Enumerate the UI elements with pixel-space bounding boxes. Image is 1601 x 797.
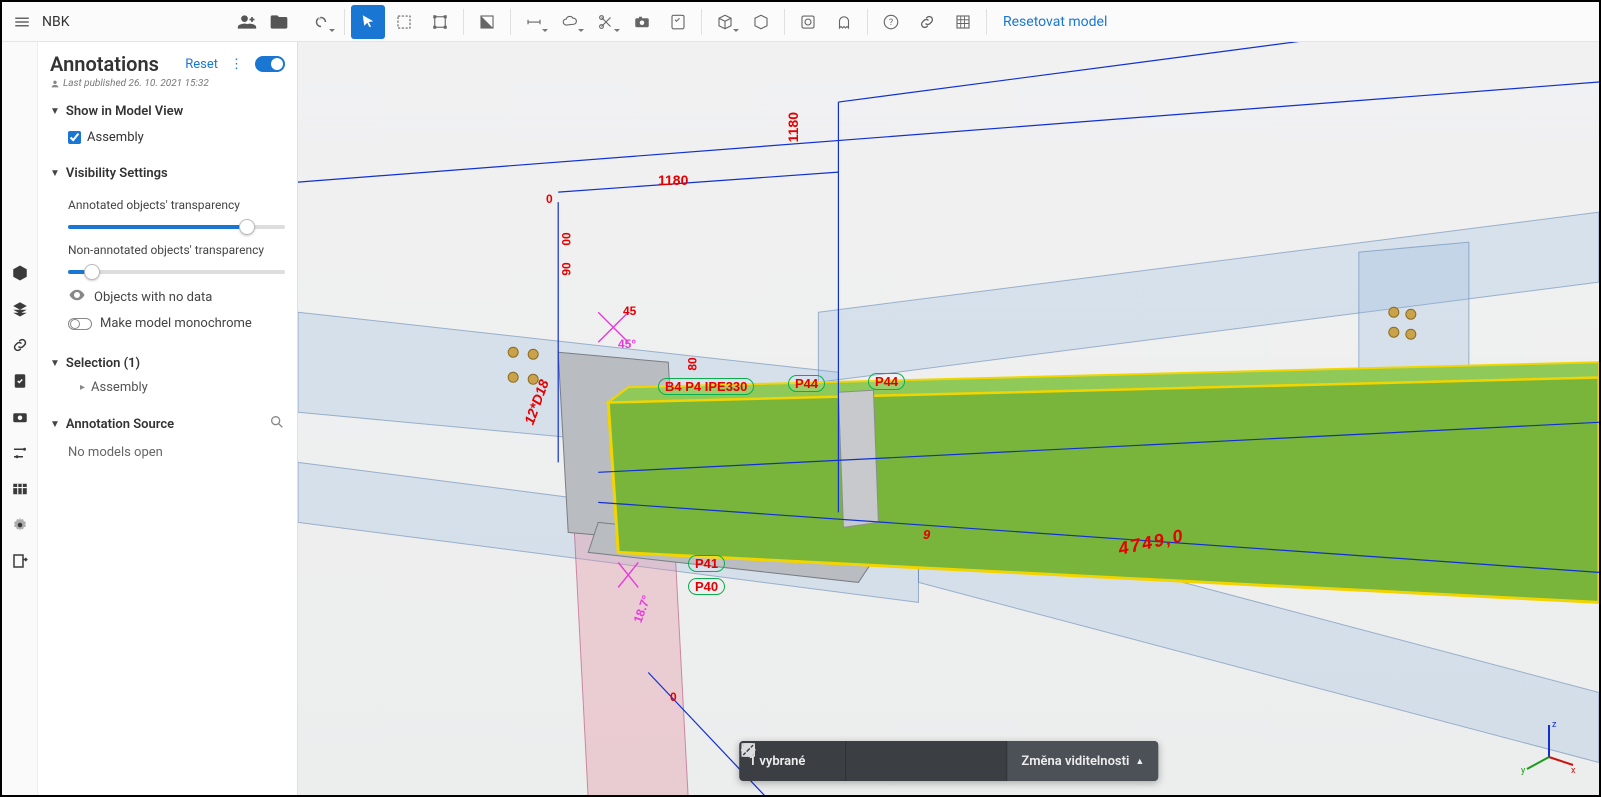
- caret-down-icon: ▼: [50, 168, 60, 179]
- help-icon[interactable]: ?: [874, 5, 908, 39]
- pointer-tool-icon[interactable]: [351, 5, 385, 39]
- non-annotated-transparency-slider[interactable]: [68, 270, 285, 274]
- project-name: NBK: [42, 14, 228, 30]
- rail-layers-icon[interactable]: [9, 298, 31, 320]
- monochrome-row[interactable]: Make model monochrome: [68, 316, 285, 331]
- marquee-select-icon[interactable]: [387, 5, 421, 39]
- add-user-icon[interactable]: [236, 11, 258, 33]
- reset-model-button[interactable]: Resetovat model: [1003, 14, 1107, 30]
- rail-camera-icon[interactable]: [9, 406, 31, 428]
- cube-icon[interactable]: [708, 5, 742, 39]
- caret-down-icon: ▼: [50, 106, 60, 117]
- contrast-icon[interactable]: [470, 5, 504, 39]
- hamburger-menu-icon[interactable]: [10, 10, 34, 34]
- app-header-left: NBK: [2, 2, 298, 42]
- objects-no-data-row[interactable]: Objects with no data: [68, 286, 285, 308]
- axis-z: z: [1552, 720, 1557, 730]
- cube-outline-icon[interactable]: [744, 5, 778, 39]
- section-selection[interactable]: ▼ Selection (1): [50, 353, 285, 374]
- caret-down-icon: ▼: [50, 419, 60, 430]
- rail-sliders-icon[interactable]: [9, 442, 31, 464]
- axis-y: y: [1521, 766, 1526, 776]
- grid-icon[interactable]: [946, 5, 980, 39]
- section-visibility-settings[interactable]: ▼ Visibility Settings: [50, 163, 285, 184]
- non-annotated-transparency-label: Non-annotated objects' transparency: [68, 243, 285, 257]
- camera-icon[interactable]: [625, 5, 659, 39]
- visibility-change-button[interactable]: Změna viditelnosti ▲: [1006, 741, 1158, 781]
- caret-right-icon: ▸: [80, 382, 85, 393]
- rail-table-icon[interactable]: [9, 478, 31, 500]
- transform-icon[interactable]: [423, 5, 457, 39]
- hide-icon[interactable]: [946, 751, 966, 771]
- panel-toggle[interactable]: [255, 56, 285, 72]
- caret-down-icon: ▼: [50, 358, 60, 369]
- link-icon[interactable]: [910, 5, 944, 39]
- panel-reset-button[interactable]: Reset: [185, 57, 218, 72]
- last-published-label: Last published 26. 10. 2021 15:32: [50, 78, 285, 89]
- selection-assembly-node[interactable]: ▸ Assembly: [68, 378, 285, 397]
- no-models-open-label: No models open: [68, 441, 285, 460]
- section-annotation-source[interactable]: ▼ Annotation Source: [50, 411, 285, 437]
- render-mode-icon[interactable]: [791, 5, 825, 39]
- monochrome-toggle[interactable]: [68, 318, 92, 330]
- left-rail: [2, 42, 38, 795]
- ghost-icon[interactable]: [827, 5, 861, 39]
- selected-count-label: 1 vybrané: [749, 754, 806, 769]
- svg-text:?: ?: [889, 18, 893, 28]
- rail-expand-icon[interactable]: [9, 550, 31, 572]
- assembly-checkbox[interactable]: Assembly: [68, 130, 285, 145]
- folder-icon[interactable]: [268, 11, 290, 33]
- section-show-in-model-view[interactable]: ▼ Show in Model View: [50, 101, 285, 122]
- annotations-panel: Annotations Reset ⋮ Last published 26. 1…: [38, 42, 298, 795]
- panel-menu-icon[interactable]: ⋮: [226, 57, 247, 72]
- measure-icon[interactable]: [517, 5, 551, 39]
- eye-icon: [68, 286, 86, 308]
- rail-cube-icon[interactable]: [9, 262, 31, 284]
- caret-up-icon: ▲: [1135, 756, 1144, 767]
- annotated-transparency-slider[interactable]: [68, 225, 285, 229]
- rail-link-icon[interactable]: [9, 334, 31, 356]
- selection-statusbar: 1 vybrané i Změna viditelnosti ▲: [739, 741, 1159, 781]
- annotated-transparency-label: Annotated objects' transparency: [68, 198, 285, 212]
- model-viewport[interactable]: 1180 1180 4749,0 12*D18 B4 P4 IPE330 P44…: [298, 42, 1599, 795]
- focus-icon[interactable]: [886, 751, 906, 771]
- cut-icon[interactable]: [589, 5, 623, 39]
- rail-clipboard-check-icon[interactable]: [9, 370, 31, 392]
- undo-icon[interactable]: [304, 5, 338, 39]
- link-small-icon[interactable]: [856, 751, 876, 771]
- search-icon[interactable]: [269, 414, 285, 434]
- main-toolbar: ? Resetovat model: [298, 2, 1599, 42]
- axis-gizmo[interactable]: z y x: [1519, 717, 1579, 777]
- cloud-markup-icon[interactable]: [553, 5, 587, 39]
- info-icon[interactable]: i: [815, 751, 835, 771]
- paint-icon[interactable]: [916, 751, 936, 771]
- isolate-icon[interactable]: [976, 751, 996, 771]
- checklist-icon[interactable]: [661, 5, 695, 39]
- axis-x: x: [1571, 766, 1576, 776]
- rail-gear-icon[interactable]: [9, 514, 31, 536]
- panel-title: Annotations: [50, 52, 177, 76]
